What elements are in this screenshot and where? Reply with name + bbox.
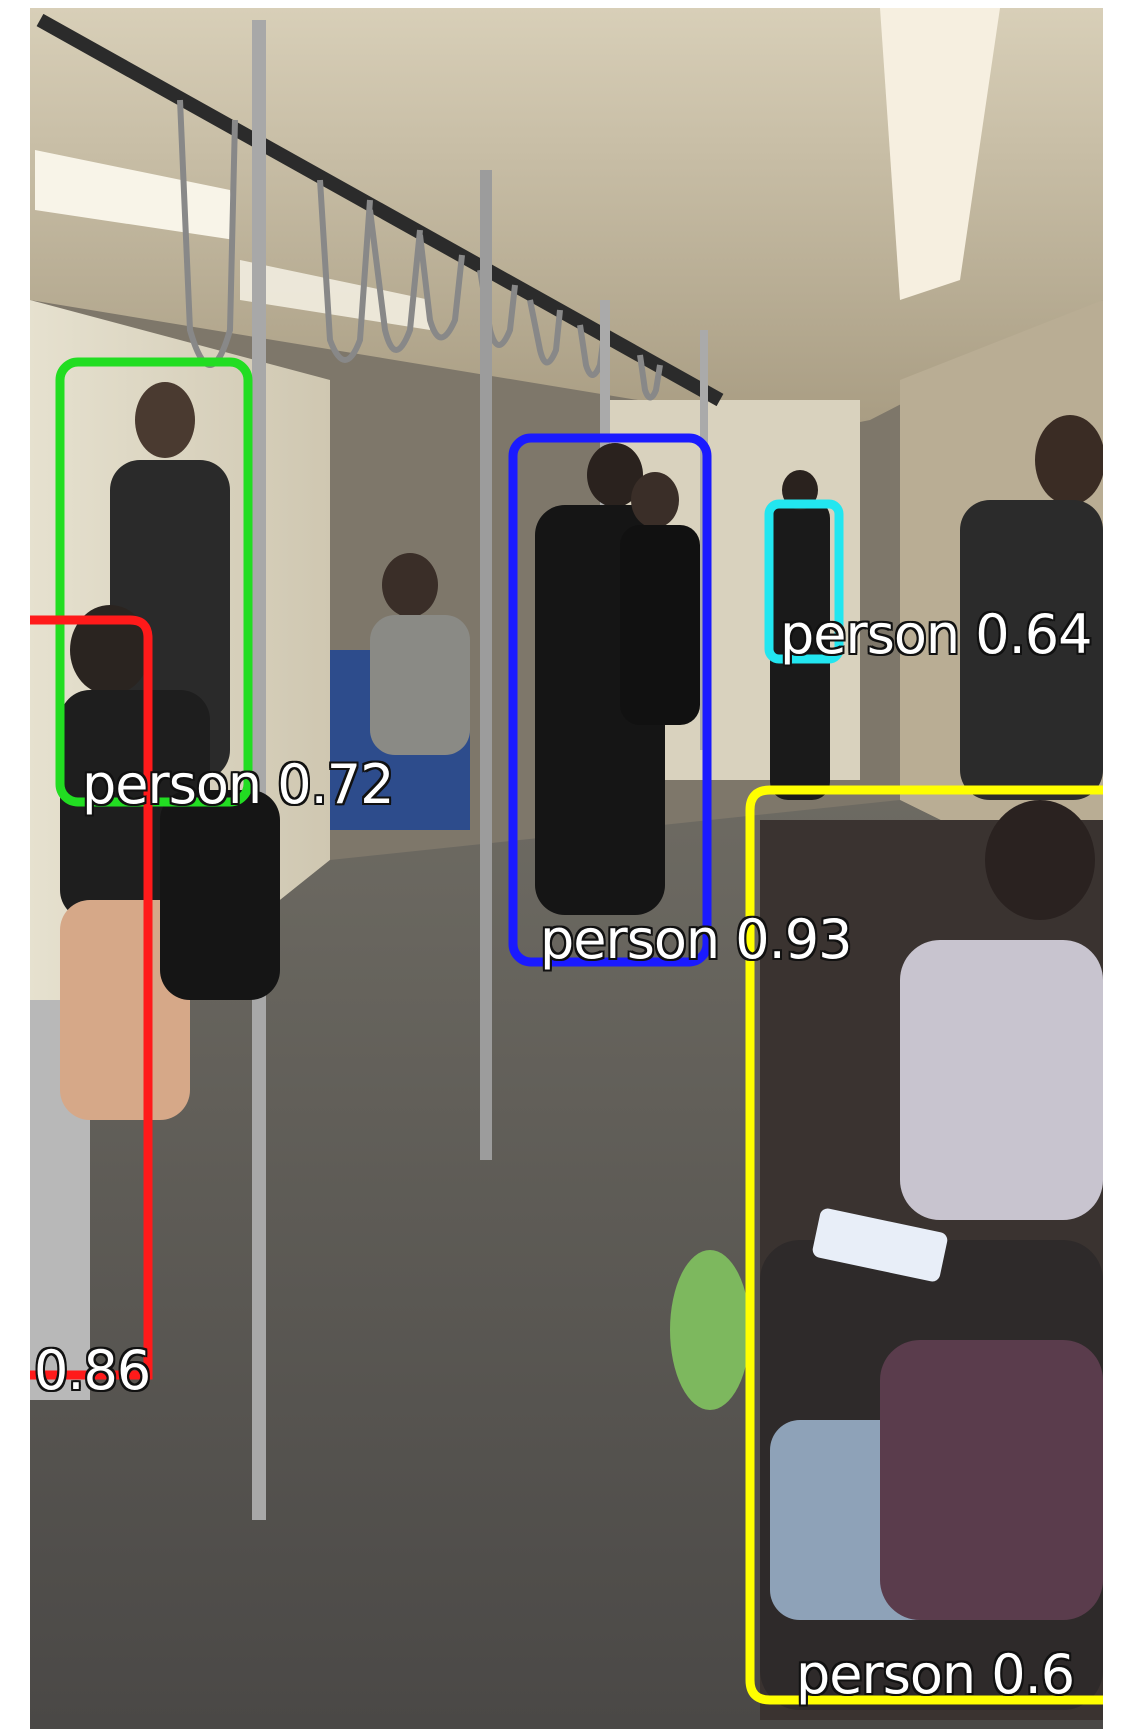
bbox-red bbox=[30, 615, 153, 1380]
bbox-blue bbox=[508, 433, 712, 967]
bounding-boxes bbox=[30, 357, 1103, 1705]
label-yellow: person 0.6 bbox=[796, 1643, 1075, 1706]
detection-image: person 0.72 0.86 person 0.93 person 0.64… bbox=[0, 0, 1126, 1729]
label-red: 0.86 bbox=[34, 1339, 151, 1402]
label-cyan: person 0.64 bbox=[780, 603, 1092, 666]
label-blue: person 0.93 bbox=[540, 908, 852, 971]
detection-overlay: person 0.72 0.86 person 0.93 person 0.64… bbox=[0, 0, 1103, 1729]
bbox-green bbox=[55, 357, 253, 807]
label-green: person 0.72 bbox=[82, 753, 394, 816]
